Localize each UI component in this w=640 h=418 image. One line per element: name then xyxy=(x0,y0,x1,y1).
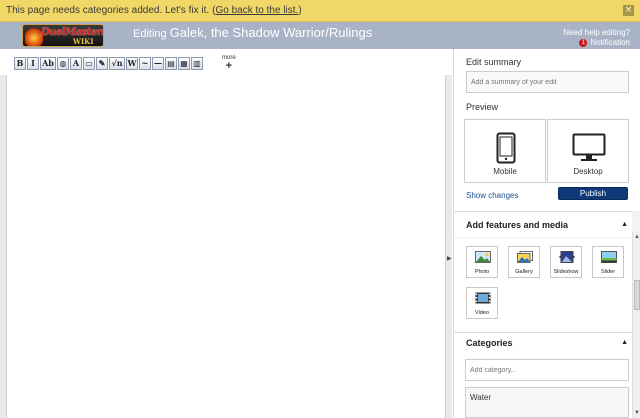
toolbar-button-8[interactable]: W xyxy=(126,57,138,70)
close-icon[interactable]: × xyxy=(623,5,634,16)
desktop-label: Desktop xyxy=(573,167,603,176)
categories-title: Categories xyxy=(466,338,513,348)
add-photo-button[interactable]: Photo xyxy=(466,246,498,278)
right-rail: Edit summary Preview Mobile Desktop Show… xyxy=(453,49,640,418)
notification-count-badge: 1 xyxy=(579,39,588,47)
add-category-input[interactable] xyxy=(465,359,629,381)
scroll-down-icon[interactable]: ▼ xyxy=(634,410,640,416)
slideshow-icon xyxy=(559,251,575,263)
logo-text-bottom: WIKI xyxy=(73,37,94,46)
show-changes-link[interactable]: Show changes xyxy=(466,191,518,200)
publish-button[interactable]: Publish xyxy=(558,187,628,200)
notice-text: This page needs categories added. Let's … xyxy=(6,5,210,16)
collapse-up-icon[interactable]: ▲ xyxy=(621,221,628,228)
more-tools-button[interactable]: more + xyxy=(222,55,236,72)
toolbar-button-5[interactable]: ▭ xyxy=(83,57,95,70)
add-gallery-button[interactable]: Gallery xyxy=(508,246,540,278)
help-link[interactable]: Need help editing? xyxy=(563,28,630,38)
source-editor-textarea[interactable] xyxy=(6,75,446,418)
editor-area xyxy=(0,75,452,418)
categories-module-header[interactable]: Categories ▲ xyxy=(454,332,632,354)
category-item[interactable]: Water xyxy=(470,393,491,402)
slideshow-label: Slideshow xyxy=(553,269,579,275)
toolbar-button-9[interactable]: ~ xyxy=(139,57,151,70)
desktop-icon xyxy=(572,133,606,161)
help-area: Need help editing? 1 Notification xyxy=(563,28,630,48)
video-label: Video xyxy=(475,310,489,316)
plus-icon: + xyxy=(225,60,233,72)
toolbar-button-0[interactable]: B xyxy=(14,57,26,70)
preview-label: Preview xyxy=(466,102,499,112)
notification-link[interactable]: 1 Notification xyxy=(563,38,630,48)
add-video-button[interactable]: Video xyxy=(466,287,498,319)
toolbar-button-12[interactable]: ▦ xyxy=(178,57,190,70)
toolbar-button-7[interactable]: √n xyxy=(109,57,125,70)
mobile-preview-button[interactable]: Mobile xyxy=(464,119,546,183)
desktop-preview-button[interactable]: Desktop xyxy=(547,119,629,183)
toolbar-button-11[interactable]: ▤ xyxy=(165,57,177,70)
collapse-rail-icon[interactable]: ▶ xyxy=(447,255,452,262)
toolbar-button-3[interactable]: ◍ xyxy=(57,57,69,70)
video-icon xyxy=(475,292,491,304)
slider-label: Slider xyxy=(600,269,616,275)
notification-label: Notification xyxy=(590,38,630,47)
mobile-label: Mobile xyxy=(493,167,517,176)
toolbar-buttons: B I Ab ◍ A ▭ ✎ √n W ~ — ▤ ▦ ▥ xyxy=(14,57,204,70)
features-module: Photo Gallery Slideshow Slider Video xyxy=(454,238,632,332)
toolbar-button-13[interactable]: ▥ xyxy=(191,57,203,70)
notification-bar: This page needs categories added. Let's … xyxy=(0,0,640,22)
photo-icon xyxy=(475,251,491,263)
toolbar-button-10[interactable]: — xyxy=(152,57,164,70)
toolbar-button-4[interactable]: A xyxy=(70,57,82,70)
gallery-icon xyxy=(517,251,533,263)
source-toolbar: B I Ab ◍ A ▭ ✎ √n W ~ — ▤ ▦ ▥ more + xyxy=(6,49,446,75)
photo-label: Photo xyxy=(474,269,490,275)
rail-scrollbar[interactable]: ▲ ▼ xyxy=(632,232,640,418)
features-module-header[interactable]: Add features and media ▲ xyxy=(454,211,632,237)
back-to-list-link[interactable]: Go back to the list. xyxy=(216,5,299,16)
scrollbar-thumb[interactable] xyxy=(634,280,640,310)
add-slideshow-button[interactable]: Slideshow xyxy=(550,246,582,278)
slider-icon xyxy=(601,251,617,263)
toolbar-button-1[interactable]: I xyxy=(27,57,39,70)
features-title: Add features and media xyxy=(466,220,569,230)
mobile-icon xyxy=(496,132,516,164)
editing-label: Editing xyxy=(133,28,167,40)
category-list: Water xyxy=(465,387,629,418)
edit-summary-label: Edit summary xyxy=(466,57,522,67)
page-name: Galek, the Shadow Warrior/Rulings xyxy=(169,25,373,40)
rail-top-section: Edit summary Preview Mobile Desktop Show… xyxy=(454,49,640,211)
toolbar-button-6[interactable]: ✎ xyxy=(96,57,108,70)
edit-summary-input[interactable] xyxy=(466,71,629,93)
scroll-up-icon[interactable]: ▲ xyxy=(634,234,640,240)
toolbar-button-2[interactable]: Ab xyxy=(40,57,56,70)
gallery-label: Gallery xyxy=(515,269,533,275)
notice-paren-close: ) xyxy=(298,5,302,16)
editor-header: DuelMasters WIKI Editing Galek, the Shado… xyxy=(0,22,640,49)
categories-collapse-icon[interactable]: ▲ xyxy=(621,339,628,346)
add-slider-button[interactable]: Slider xyxy=(592,246,624,278)
page-title: Editing Galek, the Shadow Warrior/Rulings xyxy=(133,25,372,40)
wiki-logo[interactable]: DuelMasters WIKI xyxy=(22,24,104,47)
